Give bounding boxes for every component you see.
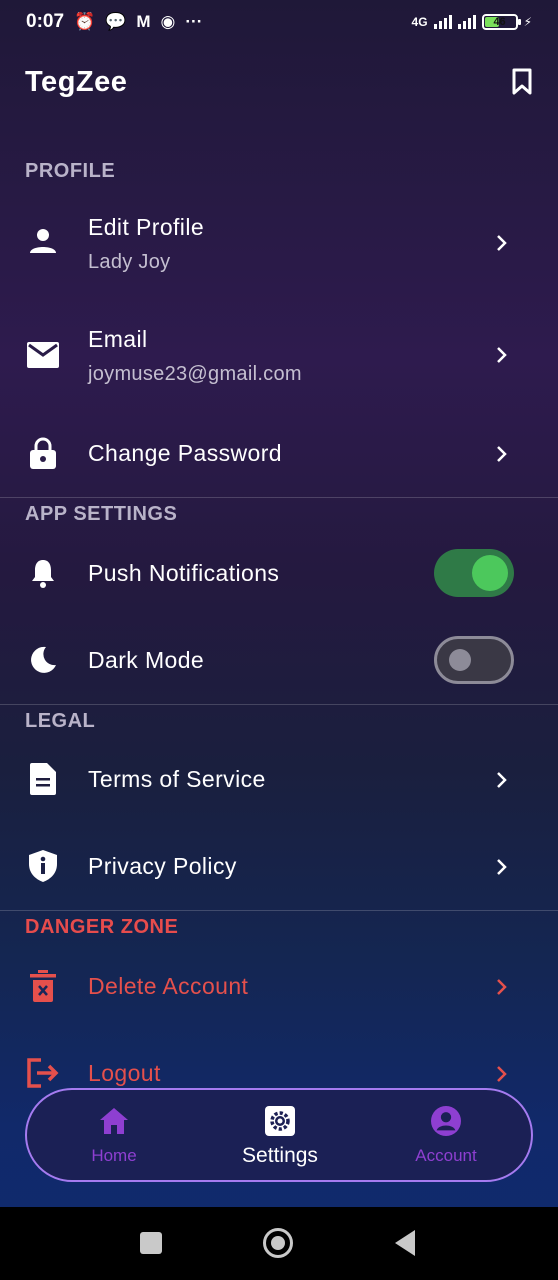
chat-icon: 💬 [105, 12, 127, 31]
section-divider [0, 910, 558, 911]
app-logo: TegZee [25, 65, 128, 98]
app-header: TegZee [25, 62, 533, 102]
chevron-right-icon [497, 1066, 507, 1082]
section-app-settings: APP SETTINGS [25, 503, 178, 525]
nav-home-label: Home [91, 1146, 137, 1165]
logout-icon [26, 1056, 60, 1090]
edit-profile-row[interactable]: Edit Profile Lady Joy [0, 196, 558, 292]
notification-icons: ⏰ 💬 M ◉ ··· [74, 12, 202, 32]
delete-account-row[interactable]: Delete Account [0, 953, 558, 1019]
shield-info-icon [26, 849, 60, 883]
push-notifications-toggle[interactable] [434, 549, 514, 597]
nav-home[interactable]: Home [39, 1090, 189, 1180]
gmail-icon: M [136, 12, 151, 31]
bottom-navigation: Home Settings Account [25, 1088, 533, 1182]
status-time: 0:07 [26, 11, 65, 32]
push-notifications-row: Push Notifications [0, 540, 558, 606]
nav-account[interactable]: Account [371, 1090, 521, 1180]
profile-name-value: Lady Joy [88, 251, 171, 273]
alarm-icon: ⏰ [74, 12, 96, 31]
system-navigation-bar [0, 1207, 558, 1280]
chevron-right-icon [497, 859, 507, 875]
document-icon [26, 762, 60, 796]
push-notifications-label: Push Notifications [88, 560, 280, 586]
home-button-icon[interactable] [263, 1228, 293, 1258]
signal-icon [457, 15, 476, 29]
location-icon: ◉ [160, 12, 176, 31]
chevron-right-icon [497, 347, 507, 363]
section-profile: PROFILE [25, 160, 116, 182]
nav-settings[interactable]: Settings [205, 1090, 355, 1180]
privacy-policy-row[interactable]: Privacy Policy [0, 833, 558, 899]
terms-of-service-row[interactable]: Terms of Service [0, 746, 558, 812]
section-divider [0, 497, 558, 498]
system-icons: 4G 46 ⚡ [412, 14, 532, 30]
network-type: 4G [411, 15, 428, 29]
moon-icon [26, 643, 60, 677]
status-bar: 0:07 ⏰ 💬 M ◉ ··· 4G 46 ⚡ [0, 0, 558, 44]
change-password-row[interactable]: Change Password [0, 420, 558, 486]
privacy-policy-label: Privacy Policy [88, 853, 237, 879]
logout-label: Logout [88, 1060, 161, 1086]
bookmark-icon[interactable] [511, 68, 533, 96]
terms-of-service-label: Terms of Service [88, 766, 266, 792]
delete-icon [26, 969, 60, 1003]
recents-icon[interactable] [140, 1232, 162, 1254]
lock-icon [26, 436, 60, 470]
chevron-right-icon [497, 446, 507, 462]
email-row[interactable]: Email joymuse23@gmail.com [0, 308, 558, 404]
more-icon: ··· [185, 12, 203, 31]
home-icon [99, 1106, 129, 1136]
mail-icon [26, 338, 60, 372]
charging-icon: ⚡ [523, 15, 532, 29]
chevron-right-icon [497, 979, 507, 995]
account-circle-icon [431, 1106, 461, 1136]
edit-profile-label: Edit Profile [88, 214, 205, 240]
bell-icon [26, 556, 60, 590]
delete-account-label: Delete Account [88, 973, 249, 999]
email-value: joymuse23@gmail.com [88, 363, 302, 385]
change-password-label: Change Password [88, 440, 282, 466]
signal-icon [433, 15, 452, 29]
section-divider [0, 704, 558, 705]
nav-account-label: Account [415, 1146, 477, 1165]
section-danger-zone: DANGER ZONE [25, 916, 179, 938]
gear-icon [265, 1106, 295, 1136]
dark-mode-label: Dark Mode [88, 647, 205, 673]
dark-mode-row: Dark Mode [0, 627, 558, 693]
dark-mode-toggle[interactable] [434, 636, 514, 684]
nav-settings-label: Settings [242, 1144, 318, 1167]
chevron-right-icon [497, 235, 507, 251]
person-icon [26, 224, 60, 258]
email-label: Email [88, 326, 148, 352]
section-legal: LEGAL [25, 710, 96, 732]
back-icon[interactable] [395, 1230, 415, 1256]
chevron-right-icon [497, 772, 507, 788]
battery-icon: 46 [481, 14, 521, 30]
